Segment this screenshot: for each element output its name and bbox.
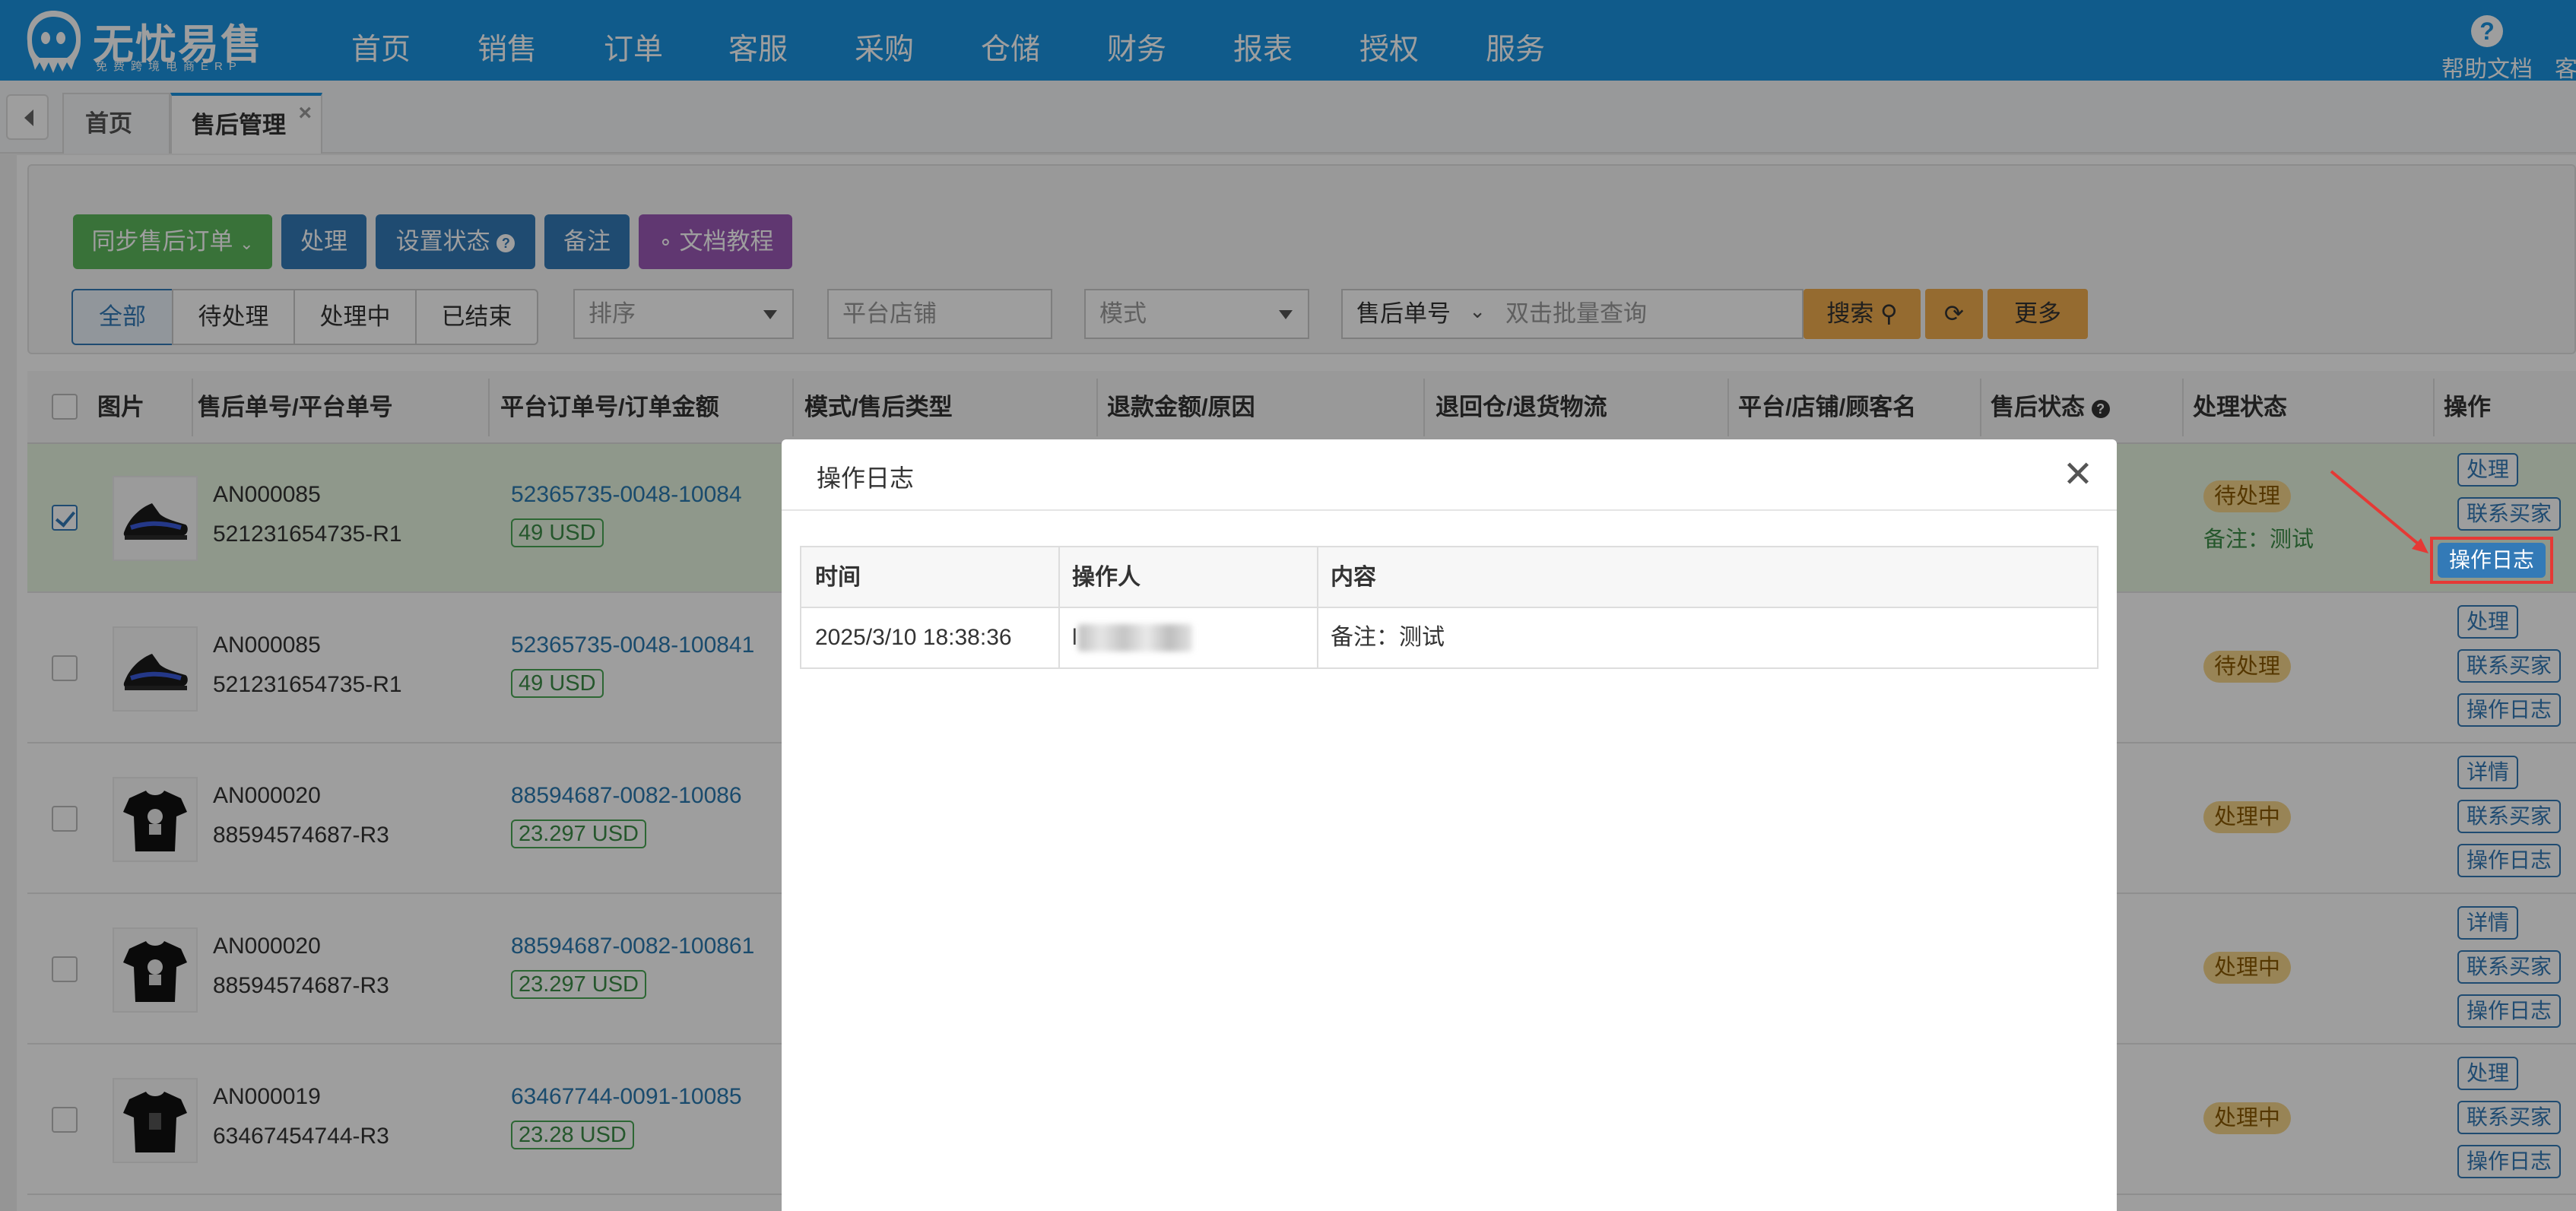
log-table-header: 时间 操作人 内容 xyxy=(801,547,2097,608)
close-icon[interactable]: ✕ xyxy=(2059,456,2097,494)
red-arrow-icon xyxy=(2330,470,2428,553)
operation-log-modal: 操作日志 ✕ 时间 操作人 内容 2025/3/10 18:38:36 l 备注… xyxy=(782,439,2117,1211)
highlight-box xyxy=(2430,537,2553,584)
redacted-operator-name xyxy=(1078,624,1192,651)
log-header-operator: 操作人 xyxy=(1072,565,1140,590)
log-header-time: 时间 xyxy=(815,565,861,590)
log-time: 2025/3/10 18:38:36 xyxy=(815,625,1012,650)
log-operator: l xyxy=(1072,625,1077,650)
modal-header: 操作日志 ✕ xyxy=(782,439,2117,511)
log-content: 备注：测试 xyxy=(1331,625,1445,650)
log-table: 时间 操作人 内容 2025/3/10 18:38:36 l 备注：测试 xyxy=(800,546,2099,669)
log-header-content: 内容 xyxy=(1331,565,1376,590)
modal-title: 操作日志 xyxy=(817,464,915,492)
